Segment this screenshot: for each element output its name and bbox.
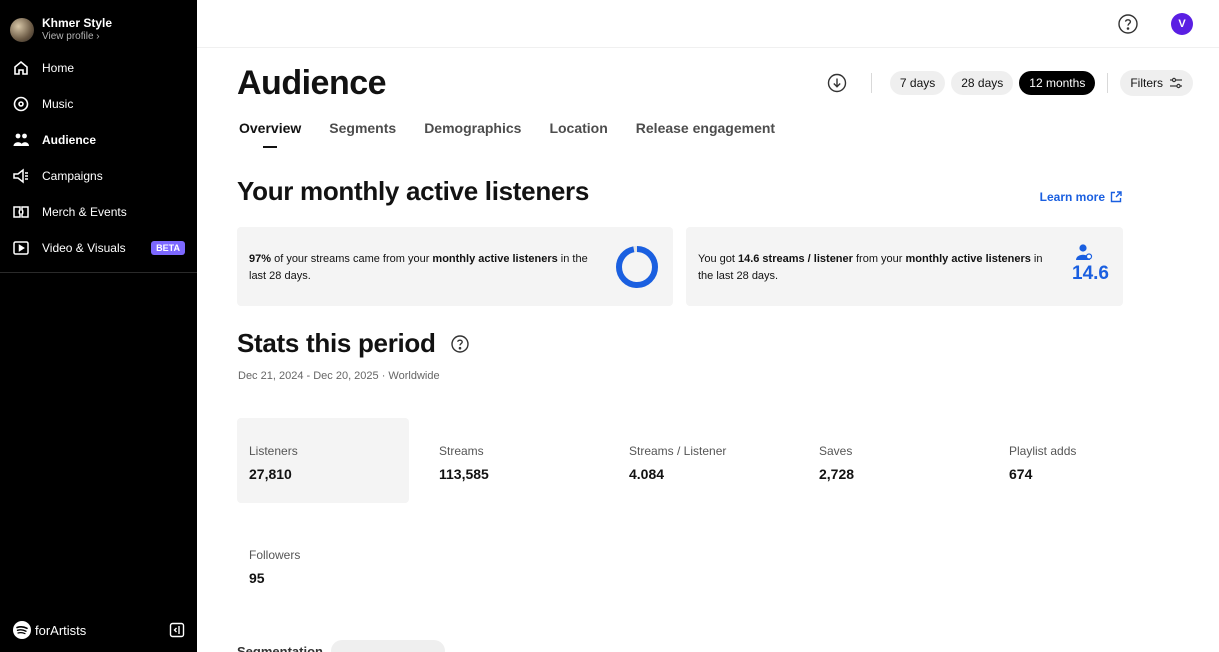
top-bar: V	[197, 0, 1219, 48]
megaphone-icon	[12, 167, 30, 185]
stat-value: 4.084	[629, 466, 665, 482]
app: Khmer Style View profile › Home Music Au…	[0, 0, 1219, 652]
filters-button[interactable]: Filters	[1120, 70, 1193, 96]
sidebar-item-label: Campaigns	[42, 169, 103, 183]
sidebar-item-label: Home	[42, 61, 75, 75]
segmentation-section: Segmentation	[237, 640, 445, 652]
sidebar-item-label: Video & Visuals	[42, 241, 126, 255]
sidebar: Khmer Style View profile › Home Music Au…	[0, 0, 197, 652]
brand-text: forArtists	[35, 622, 87, 638]
home-icon	[12, 59, 30, 77]
stat-value: 113,585	[439, 466, 489, 482]
stat-value: 674	[1009, 466, 1033, 482]
learn-more-label: Learn more	[1039, 190, 1105, 204]
stat-label: Followers	[249, 548, 301, 562]
stat-label: Saves	[819, 444, 853, 458]
sidebar-item-label: Music	[42, 97, 74, 111]
segmentation-title: Segmentation	[237, 643, 323, 652]
ticket-icon	[12, 203, 30, 221]
range-12-months[interactable]: 12 months	[1019, 71, 1096, 95]
stat-streams[interactable]: Streams 113,585	[427, 418, 599, 503]
filters-label: Filters	[1130, 76, 1163, 90]
stat-label: Streams / Listener	[629, 444, 727, 458]
sidebar-item-video-visuals[interactable]: Video & Visuals BETA	[0, 230, 197, 266]
learn-more-link[interactable]: Learn more	[1040, 190, 1123, 204]
tab-release-engagement[interactable]: Release engagement	[636, 120, 775, 148]
sidebar-footer: forArtists	[12, 620, 185, 640]
download-icon[interactable]	[827, 73, 847, 93]
stat-value: 27,810	[249, 466, 292, 482]
tab-location[interactable]: Location	[549, 120, 607, 148]
video-icon	[12, 239, 30, 257]
audience-tabs: Overview Segments Demographics Location …	[239, 120, 803, 148]
stats-title: Stats this period	[237, 328, 470, 359]
sidebar-item-music[interactable]: Music	[0, 86, 197, 122]
stat-streams-per-listener[interactable]: Streams / Listener 4.084	[617, 418, 789, 503]
user-avatar[interactable]: V	[1171, 13, 1193, 35]
tab-segments[interactable]: Segments	[329, 120, 396, 148]
stat-value: 2,728	[819, 466, 855, 482]
range-7-days[interactable]: 7 days	[889, 71, 946, 95]
main-content: Audience 7 days 28 days 12 months Filter…	[197, 48, 1219, 652]
view-profile-link[interactable]: View profile ›	[42, 30, 112, 44]
sidebar-item-campaigns[interactable]: Campaigns	[0, 158, 197, 194]
date-range: Dec 21, 2024 - Dec 20, 2025 · Worldwide	[238, 370, 440, 382]
streams-per-listener-card: You got 14.6 streams / listener from you…	[686, 227, 1123, 306]
sidebar-item-home[interactable]: Home	[0, 50, 197, 86]
stat-value: 95	[249, 570, 265, 586]
tab-overview[interactable]: Overview	[239, 120, 301, 148]
external-link-icon	[1110, 191, 1122, 203]
sidebar-item-label: Merch & Events	[42, 205, 127, 219]
brand-logo[interactable]: forArtists	[12, 620, 86, 640]
collapse-sidebar-icon[interactable]	[169, 622, 185, 638]
listener-icon	[1076, 244, 1093, 260]
help-icon[interactable]	[450, 334, 470, 354]
tab-demographics[interactable]: Demographics	[424, 120, 521, 148]
streams-share-percent: 97%	[249, 253, 272, 265]
sidebar-item-merch-events[interactable]: Merch & Events	[0, 194, 197, 230]
help-icon[interactable]	[1117, 13, 1139, 35]
streams-share-card: 97% of your streams came from your month…	[237, 227, 673, 306]
stat-label: Playlist adds	[1009, 444, 1077, 458]
donut-fill	[616, 246, 658, 288]
stats-title-text: Stats this period	[237, 328, 436, 358]
beta-badge: BETA	[151, 241, 185, 255]
page-title: Audience	[237, 64, 387, 102]
stat-listeners[interactable]: Listeners 27,810	[237, 418, 409, 503]
audience-icon	[12, 131, 30, 149]
divider	[1107, 73, 1109, 93]
monthly-listeners-title: Your monthly active listeners	[237, 176, 590, 206]
music-icon	[12, 95, 30, 113]
divider	[870, 73, 872, 93]
streams-per-listener-value: 14.6	[1072, 263, 1109, 284]
sidebar-divider	[0, 272, 197, 273]
stat-followers[interactable]: Followers 95	[237, 522, 409, 607]
segmentation-pill[interactable]	[330, 640, 445, 652]
sidebar-item-audience[interactable]: Audience	[0, 122, 197, 158]
artist-name: Khmer Style	[42, 16, 113, 30]
stat-label: Streams	[439, 444, 484, 458]
artist-avatar	[10, 18, 34, 42]
filters-icon	[1170, 77, 1182, 89]
range-controls: 7 days 28 days 12 months Filters	[827, 70, 1193, 96]
stat-playlist-adds[interactable]: Playlist adds 674	[997, 418, 1169, 503]
sidebar-item-label: Audience	[42, 133, 97, 147]
streams-per-listener-text: You got 14.6 streams / listener from you…	[698, 253, 1043, 282]
sidebar-nav: Home Music Audience Campaigns Merch & Ev…	[0, 50, 197, 266]
profile-switcher[interactable]: Khmer Style View profile ›	[0, 0, 197, 46]
spotify-icon	[13, 621, 31, 639]
stat-saves[interactable]: Saves 2,728	[807, 418, 979, 503]
range-28-days[interactable]: 28 days	[951, 71, 1014, 95]
stat-label: Listeners	[249, 444, 298, 458]
streams-share-text: 97% of your streams came from your month…	[249, 253, 588, 282]
streams-share-donut	[616, 246, 658, 288]
